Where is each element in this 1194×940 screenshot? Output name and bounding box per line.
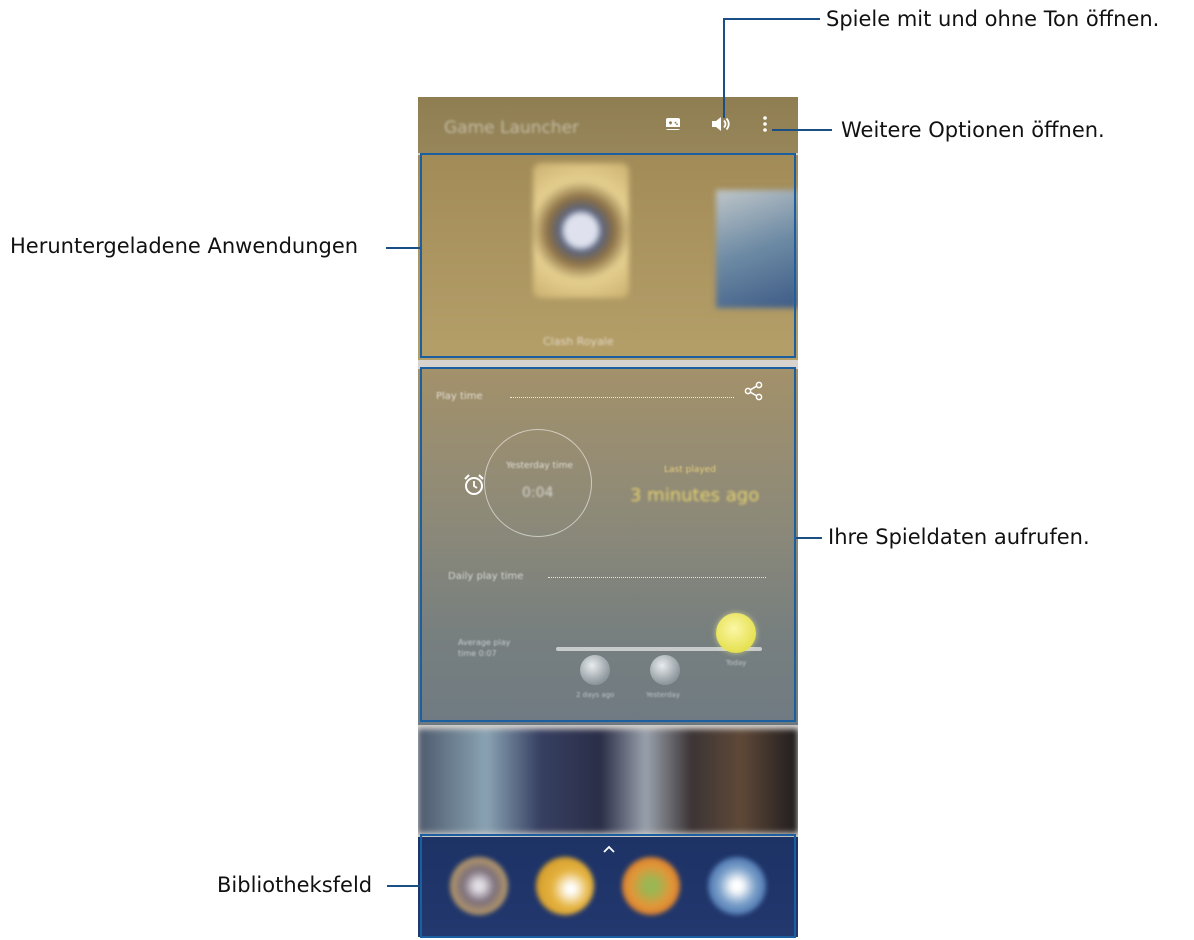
downloaded-apps-frame (420, 153, 796, 358)
callout-line-sound-h (723, 18, 820, 20)
callout-line-play-data (796, 537, 822, 539)
play-data-frame (420, 367, 796, 722)
callout-play-data: Ihre Spieldaten aufrufen. (828, 525, 1090, 549)
callout-downloaded-apps: Heruntergeladene Anwendungen (10, 234, 359, 258)
game-tools-icon[interactable] (662, 113, 684, 135)
callout-line-more-options (772, 129, 832, 131)
top-bar: Game Launcher (418, 97, 798, 153)
featured-banner[interactable] (418, 729, 798, 833)
volume-icon[interactable] (710, 113, 732, 135)
library-frame (420, 834, 796, 938)
callout-more-options: Weitere Optionen öffnen. (841, 118, 1105, 142)
callout-library: Bibliotheksfeld (217, 873, 373, 897)
callout-line-downloaded-apps (386, 247, 420, 249)
app-title: Game Launcher (444, 118, 580, 138)
callout-sound: Spiele mit und ohne Ton öffnen. (826, 7, 1160, 31)
more-options-icon[interactable] (754, 113, 776, 135)
callout-line-sound-v (723, 18, 725, 118)
callout-line-library (387, 885, 420, 887)
